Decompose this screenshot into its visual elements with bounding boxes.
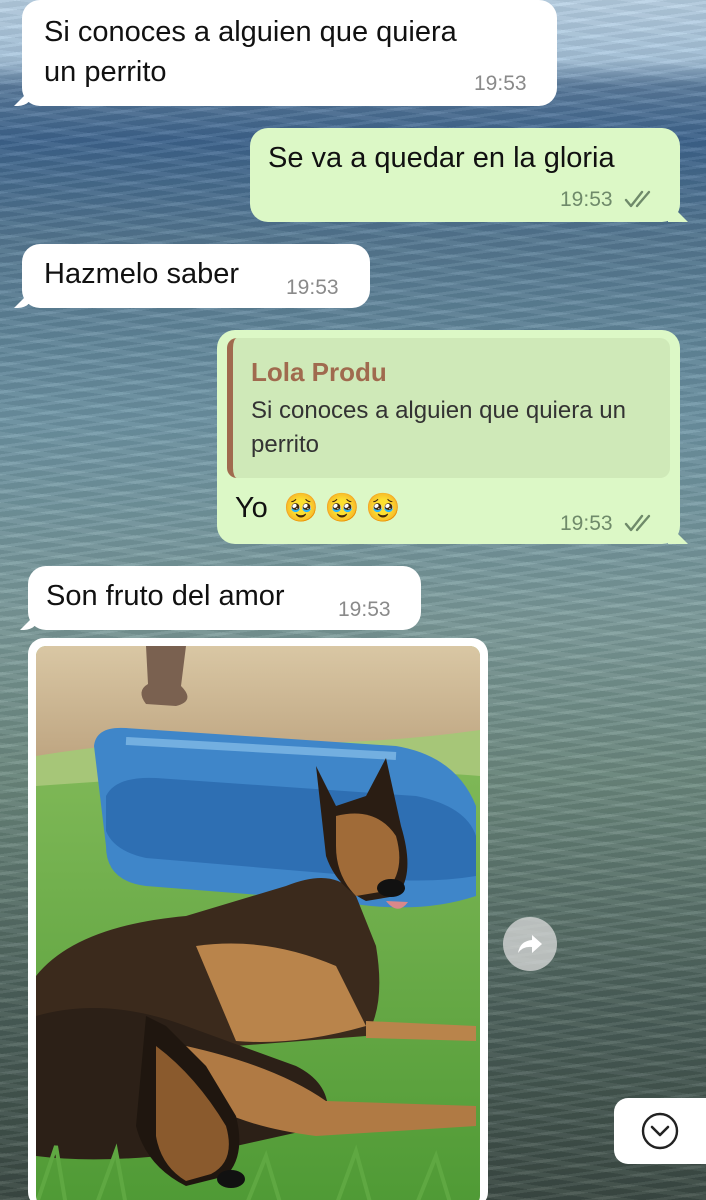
double-check-icon (625, 514, 651, 532)
forward-button[interactable] (503, 917, 557, 971)
message-time: 19:53 (286, 276, 339, 299)
message-time: 19:53 (474, 72, 527, 95)
forward-arrow-icon (518, 935, 542, 953)
message-text: Hazmelo saber (44, 258, 240, 290)
message-time: 19:53 (338, 598, 391, 621)
message-text: Se va a quedar en la gloria (268, 142, 615, 174)
message-bubble-incoming[interactable]: Si conoces a alguien que quiera un perri… (22, 0, 557, 106)
emoji-pleading: 🥹🥹🥹 (283, 492, 407, 523)
message-time: 19:53 (560, 512, 658, 536)
double-check-icon (625, 190, 651, 208)
message-bubble-incoming[interactable]: Son fruto del amor 19:53 (28, 566, 421, 630)
dog-photo-illustration (36, 646, 480, 1200)
reply-quote-text: Si conoces a alguien que quiera un perri… (251, 397, 626, 458)
message-time-text: 19:53 (560, 188, 613, 211)
message-bubble-outgoing-reply[interactable]: Lola Produ Si conoces a alguien que quie… (217, 330, 680, 544)
message-bubble-outgoing[interactable]: Se va a quedar en la gloria 19:53 (250, 128, 680, 222)
message-time: 19:53 (560, 188, 658, 212)
german-shepherd-dogs-photo[interactable] (36, 646, 480, 1200)
scroll-to-bottom-button[interactable] (614, 1098, 706, 1164)
reply-quote[interactable]: Lola Produ Si conoces a alguien que quie… (227, 338, 670, 478)
message-text: Son fruto del amor (46, 580, 285, 612)
chevron-down-icon (641, 1112, 679, 1150)
message-bubble-incoming[interactable]: Hazmelo saber 19:53 (22, 244, 370, 308)
reply-quote-author: Lola Produ (251, 357, 387, 387)
message-text: Si conoces a alguien que quiera un perri… (44, 16, 457, 88)
message-text: Yo (235, 492, 268, 524)
photo-message[interactable] (28, 638, 488, 1200)
message-time-text: 19:53 (560, 512, 613, 535)
